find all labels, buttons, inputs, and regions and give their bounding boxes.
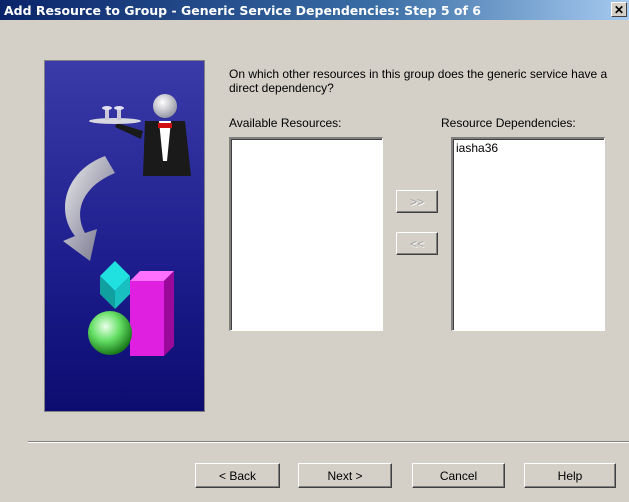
resource-dependencies-list[interactable]: iasha36: [451, 137, 605, 331]
close-icon[interactable]: ✕: [611, 2, 627, 17]
wizard-illustration: [44, 60, 205, 412]
available-resources-label: Available Resources:: [229, 116, 342, 130]
cancel-button[interactable]: Cancel: [412, 463, 505, 488]
resource-dependencies-label: Resource Dependencies:: [441, 116, 576, 130]
next-button[interactable]: Next >: [298, 463, 392, 488]
help-button[interactable]: Help: [524, 463, 616, 488]
title-bar[interactable]: Add Resource to Group - Generic Service …: [0, 0, 629, 20]
list-item[interactable]: iasha36: [453, 139, 604, 157]
back-button[interactable]: < Back: [195, 463, 280, 488]
remove-dependency-button[interactable]: <<: [396, 232, 438, 255]
wizard-dialog: Add Resource to Group - Generic Service …: [0, 0, 629, 502]
butler-illustration-icon: [45, 61, 204, 411]
footer-separator: [28, 441, 629, 443]
add-dependency-button[interactable]: >>: [396, 190, 438, 213]
instruction-text: On which other resources in this group d…: [229, 67, 608, 95]
available-resources-list[interactable]: [229, 137, 383, 331]
window-title: Add Resource to Group - Generic Service …: [4, 2, 482, 18]
